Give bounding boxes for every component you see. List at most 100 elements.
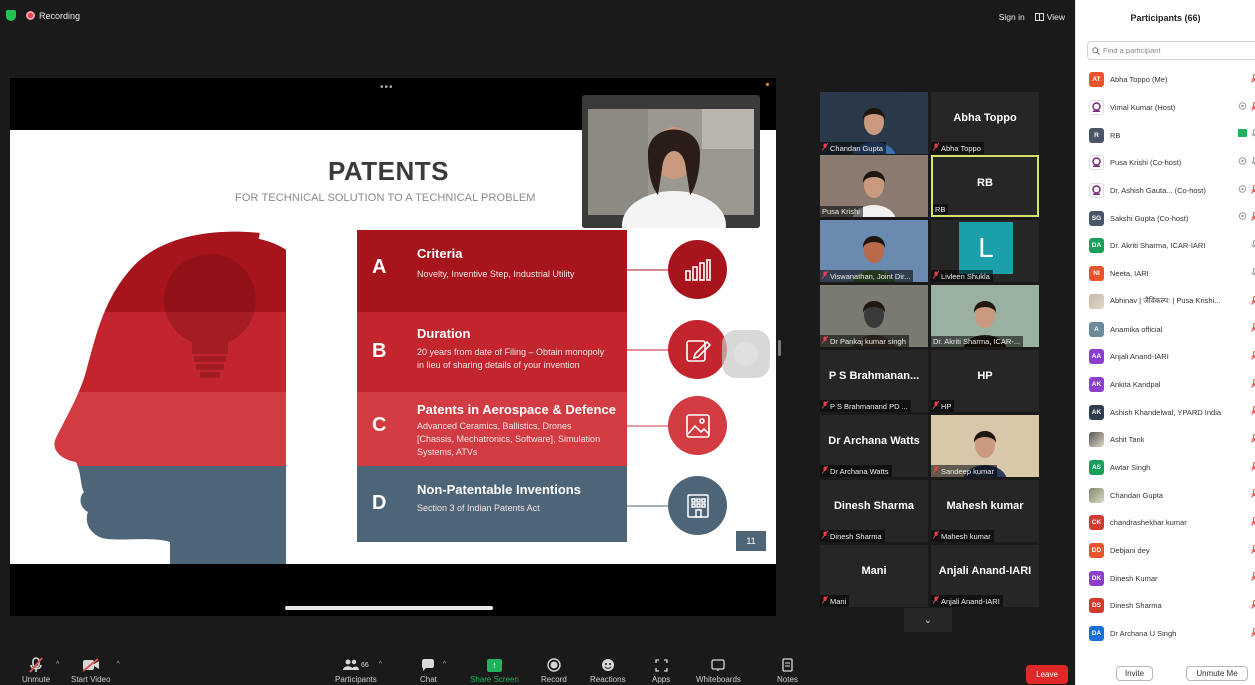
participant-row[interactable]: Pusa Krishi (Co-host) [1089, 149, 1255, 177]
participant-row[interactable]: AA Anjali Anand-IARI [1089, 343, 1255, 371]
record-button[interactable]: Record [541, 655, 567, 684]
participant-row[interactable]: AK Ankita Kandpal [1089, 371, 1255, 399]
tile-label-text: Sandeep kumar [941, 466, 994, 476]
video-tile[interactable]: Dr Pankaj kumar singh [820, 285, 928, 347]
video-tile[interactable]: Mahesh kumar Mahesh kumar [931, 480, 1039, 542]
avatar: AS [1089, 459, 1104, 475]
participant-row[interactable]: Chandan Gupta [1089, 481, 1255, 509]
avatar [1089, 487, 1104, 503]
annotation-cursor [722, 330, 770, 378]
participants-button[interactable]: 66 Participants ^ [335, 655, 382, 684]
participant-row[interactable]: Abhinav | जैविकल्प: | Pusa Krishi... [1089, 288, 1255, 316]
video-tile[interactable]: Mani Mani [820, 545, 928, 607]
share-more-icon[interactable]: ••• [380, 82, 394, 93]
video-options-caret-icon[interactable]: ^ [116, 661, 119, 668]
mic-muted-icon [821, 465, 829, 476]
participant-row[interactable]: AS Awtar Singh [1089, 454, 1255, 482]
unmute-me-button[interactable]: Unmute Me [1186, 666, 1248, 681]
chat-caret-icon[interactable]: ^ [443, 661, 446, 668]
video-tile[interactable]: RB RB [931, 155, 1039, 217]
mic-muted-icon [1251, 544, 1255, 556]
tile-name-label: Sandeep kumar [931, 465, 997, 477]
participant-row[interactable]: DA Dr. Akriti Sharma, ICAR-IARI [1089, 232, 1255, 260]
chat-label: Chat [420, 675, 437, 684]
whiteboards-button[interactable]: Whiteboards [696, 655, 741, 684]
participant-row[interactable]: A Anamika official [1089, 315, 1255, 343]
video-tile[interactable]: Dr Archana Watts Dr Archana Watts [820, 415, 928, 477]
tile-display-name: P S Brahmanan... [828, 370, 920, 382]
participant-row[interactable]: DD Debjani dey [1089, 537, 1255, 565]
tile-display-name: Mani [861, 565, 887, 577]
row-desc: 20 years from date of Filing – Obtain mo… [417, 347, 605, 370]
video-tile[interactable]: Viswanathan, Joint Dir... [820, 220, 928, 282]
participant-search-input[interactable]: Find a participant [1087, 41, 1255, 60]
gallery-next-page-button[interactable]: ⌄ [904, 608, 952, 632]
mic-muted-icon [821, 270, 829, 281]
participant-status-icons [1251, 433, 1255, 445]
video-tile[interactable]: L Livleen Shukla [931, 220, 1039, 282]
video-tile[interactable]: Chandan Gupta [820, 92, 928, 154]
participants-caret-icon[interactable]: ^ [379, 661, 382, 668]
participant-row[interactable]: R RB [1089, 121, 1255, 149]
participant-row[interactable]: CK chandrashekhar kumar [1089, 509, 1255, 537]
audio-options-caret-icon[interactable]: ^ [56, 661, 59, 668]
avatar [1089, 183, 1104, 199]
participant-row[interactable]: AT Abha Toppo (Me) [1089, 66, 1255, 94]
reactions-label: Reactions [590, 675, 626, 684]
avatar: A [1089, 321, 1104, 337]
participant-row[interactable]: Dr. Ashish Gauta... (Co-host) [1089, 177, 1255, 205]
unmute-button[interactable]: Unmute ^ [22, 655, 59, 684]
meeting-toolbar: Unmute ^ Start Video ^ 66 Participants ^… [0, 650, 1075, 685]
invite-button[interactable]: Invite [1116, 666, 1153, 681]
row-title: Criteria [417, 246, 463, 261]
avatar: AA [1089, 349, 1104, 365]
participant-status-icons [1238, 101, 1255, 113]
participant-row[interactable]: DA Dr Archana U Singh [1089, 620, 1255, 648]
participant-name: Ashish Khandelwal, YPARD India [1110, 407, 1222, 417]
chat-icon [421, 655, 435, 675]
avatar: DA [1089, 626, 1104, 642]
security-shield-icon[interactable] [6, 10, 16, 21]
video-tile[interactable]: HP HP [931, 350, 1039, 412]
sign-in-link[interactable]: Sign in [999, 12, 1025, 22]
participant-row[interactable]: SG Sakshi Gupta (Co-host) [1089, 204, 1255, 232]
video-tile[interactable]: Pusa Krishi [820, 155, 928, 217]
participant-row[interactable]: AK Ashish Khandelwal, YPARD India [1089, 398, 1255, 426]
leave-button[interactable]: Leave [1026, 665, 1068, 684]
split-drag-handle[interactable] [778, 340, 781, 356]
mic-muted-icon [932, 530, 940, 541]
video-tile[interactable]: Anjali Anand-IARI Anjali Anand-IARI [931, 545, 1039, 607]
share-scroll-handle[interactable] [285, 606, 493, 610]
participant-row[interactable]: Ashit Tank [1089, 426, 1255, 454]
tile-label-text: RB [935, 205, 946, 214]
video-tile[interactable]: Abha Toppo Abha Toppo [931, 92, 1039, 154]
reactions-button[interactable]: Reactions [590, 655, 626, 684]
video-tile[interactable]: Dr. Akriti Sharma, ICAR-... [931, 285, 1039, 347]
participant-row[interactable]: DK Dinesh Kumar [1089, 564, 1255, 592]
row-letter: A [372, 256, 387, 278]
notes-button[interactable]: Notes [777, 655, 798, 684]
tile-label-text: Dr Pankaj kumar singh [830, 336, 906, 346]
mic-icon [1251, 129, 1255, 140]
start-video-button[interactable]: Start Video ^ [71, 655, 120, 684]
avatar: L [959, 222, 1013, 274]
chat-button[interactable]: Chat ^ [420, 655, 446, 684]
avatar [1089, 293, 1104, 309]
participant-name: Dinesh Kumar [1110, 573, 1158, 583]
participant-row[interactable]: Vimal Kumar (Host) [1089, 94, 1255, 122]
apps-button[interactable]: Apps [652, 655, 670, 684]
participant-name: Debjani dey [1110, 546, 1150, 556]
participant-row[interactable]: DS Dinesh Sharma [1089, 592, 1255, 620]
share-screen-button[interactable]: ↑ Share Screen [470, 655, 519, 684]
view-button[interactable]: View [1034, 12, 1065, 22]
speaker-video[interactable] [582, 95, 760, 228]
participant-row[interactable]: NI Neeta, IARI [1089, 260, 1255, 288]
apps-label: Apps [652, 675, 671, 684]
avatar: AT [1089, 72, 1104, 88]
recording-indicator[interactable]: Recording [26, 11, 80, 21]
video-tile[interactable]: P S Brahmanan... P S Brahmanand PD ... [820, 350, 928, 412]
participant-name: Pusa Krishi (Co-host) [1110, 158, 1182, 168]
tile-name-label: P S Brahmanand PD ... [820, 400, 911, 412]
video-tile[interactable]: Dinesh Sharma Dinesh Sharma [820, 480, 928, 542]
video-tile[interactable]: Sandeep kumar [931, 415, 1039, 477]
